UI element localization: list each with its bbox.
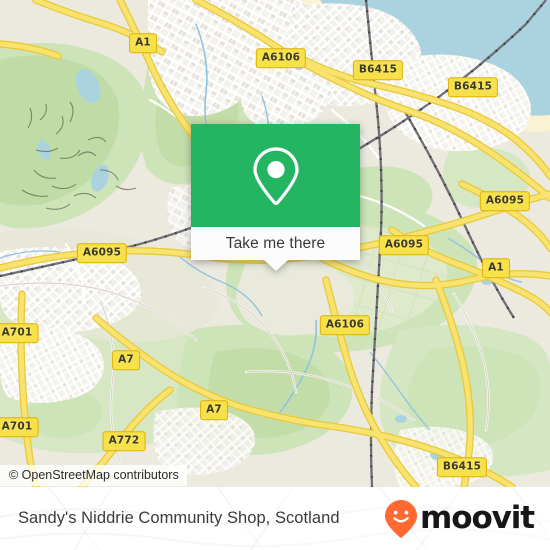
road-shield-a7: A7 — [112, 350, 140, 370]
take-me-there-label: Take me there — [225, 234, 326, 252]
road-shield-a6095: A6095 — [378, 235, 430, 255]
road-shield-a772: A772 — [102, 431, 146, 451]
callout-tail — [263, 260, 288, 271]
road-shield-a1: A1 — [482, 258, 510, 278]
road-shield-a6095: A6095 — [479, 191, 531, 211]
footer-bar: Sandy's Niddrie Community Shop, Scotland… — [0, 487, 550, 550]
callout-pin-wrap — [191, 124, 360, 227]
road-shield-b6415: B6415 — [352, 60, 404, 80]
moovit-logo[interactable]: moovit — [384, 487, 535, 550]
take-me-there-callout[interactable]: Take me there — [191, 124, 360, 271]
road-shield-b6415: B6415 — [447, 77, 499, 97]
road-shield-a7: A7 — [200, 400, 228, 420]
location-title: Sandy's Niddrie Community Shop, Scotland — [18, 509, 340, 527]
road-shield-a6106: A6106 — [319, 315, 371, 335]
road-shield-b6415: B6415 — [436, 457, 488, 477]
road-shield-a1: A1 — [129, 33, 157, 53]
moovit-map-screenshot: A1 A6106 B6415 B6415 A6095 A6095 A6095 A1 A701 A6… — [0, 0, 550, 550]
road-shield-a701: A701 — [0, 323, 39, 343]
map-pin-icon — [252, 146, 299, 205]
moovit-wordmark: moovit — [420, 500, 535, 536]
callout-action-panel[interactable]: Take me there — [191, 227, 360, 260]
road-shield-a6106: A6106 — [255, 48, 307, 68]
moovit-smiley-pin-icon — [385, 499, 418, 538]
road-shield-a6095: A6095 — [76, 243, 128, 263]
road-shield-a701: A701 — [0, 417, 39, 437]
map-canvas[interactable]: A1 A6106 B6415 B6415 A6095 A6095 A6095 A1 A701 A6… — [0, 0, 550, 487]
osm-attribution[interactable]: © OpenStreetMap contributors — [0, 465, 187, 486]
